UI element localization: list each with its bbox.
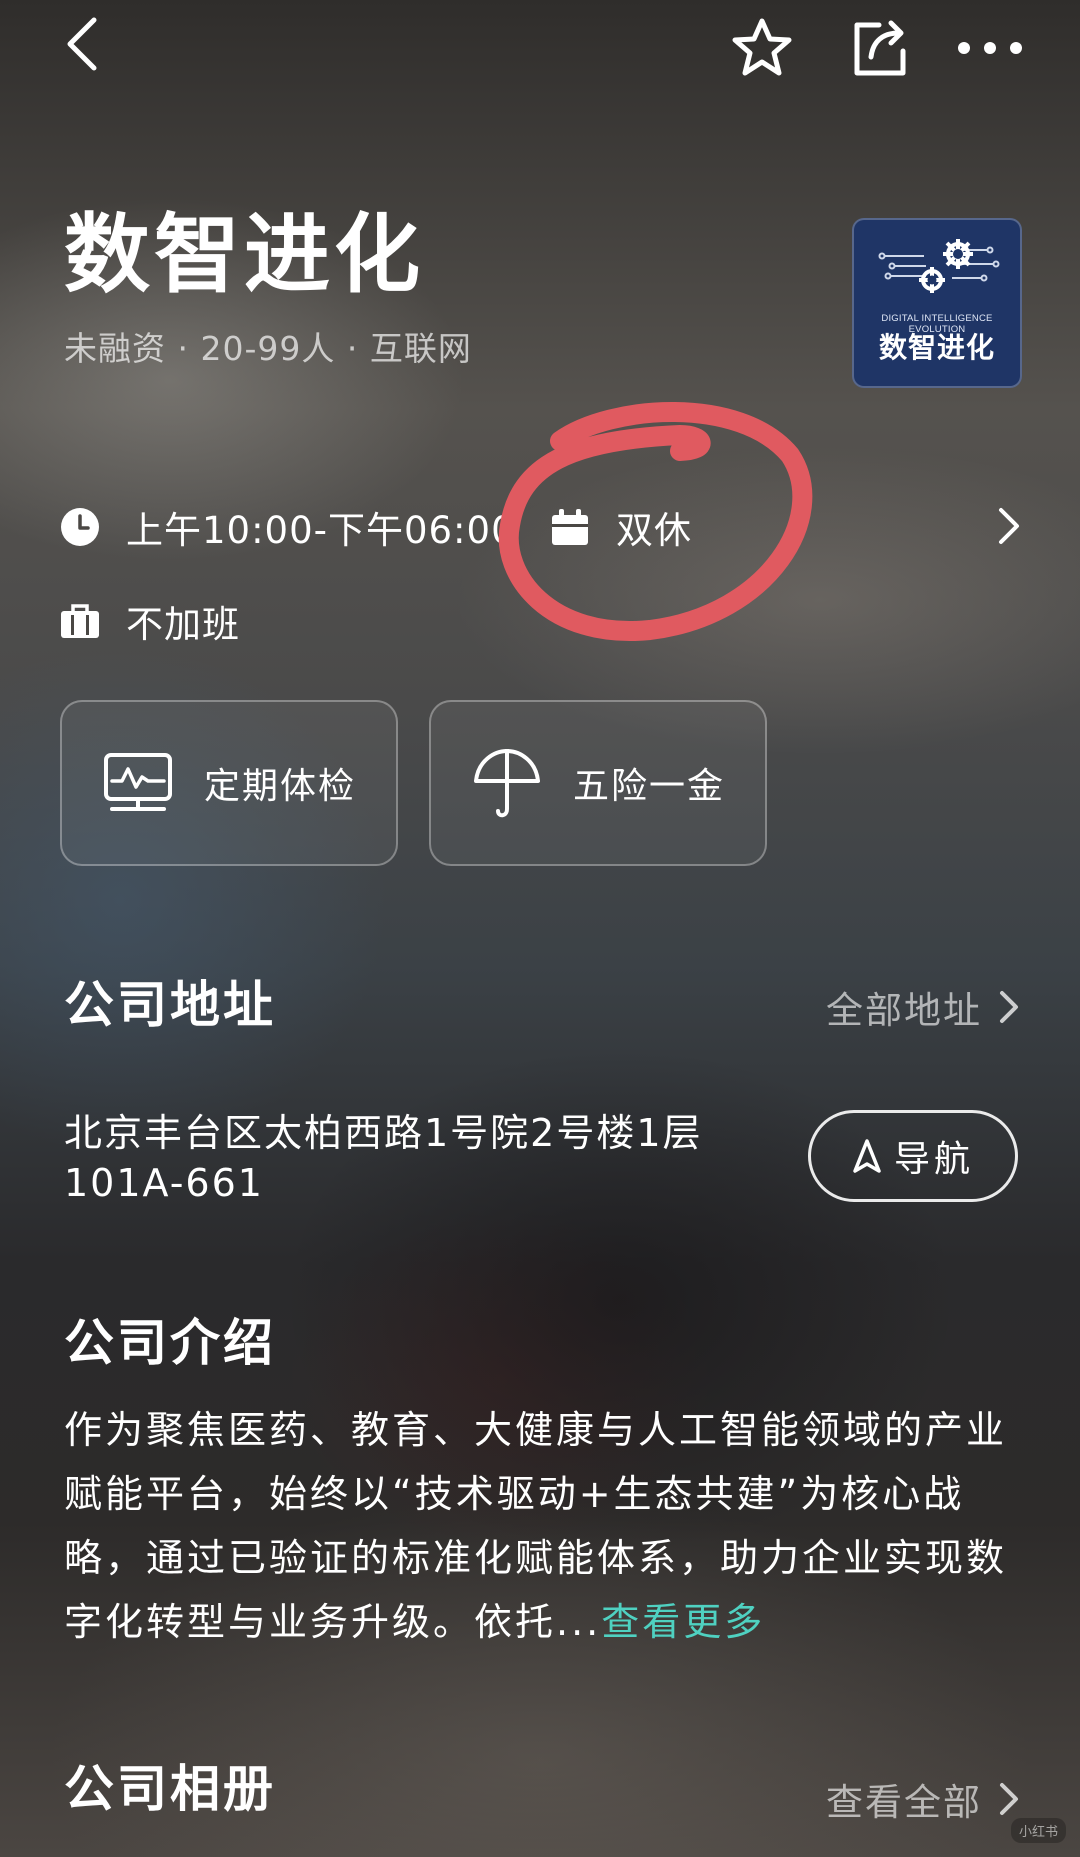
- favorite-button[interactable]: [728, 14, 796, 82]
- all-addresses-label: 全部地址: [826, 989, 982, 1032]
- benefit-label: 五险一金: [573, 766, 726, 807]
- more-dots-icon: [958, 42, 1022, 54]
- star-icon: [732, 18, 792, 76]
- benefit-card-insurance[interactable]: 五险一金: [429, 700, 767, 866]
- navigate-label: 导航: [893, 1139, 974, 1180]
- view-more-link[interactable]: 查看更多: [601, 1600, 765, 1644]
- calendar-icon: [552, 509, 588, 545]
- watermark: 小红书: [1010, 1818, 1066, 1843]
- album-section-title: 公司相册: [64, 1760, 276, 1818]
- logo-name: 数智进化: [878, 331, 995, 364]
- share-button[interactable]: [846, 14, 914, 82]
- benefit-card-checkup[interactable]: 定期体检: [60, 700, 398, 866]
- share-icon: [854, 20, 906, 76]
- company-address: 北京丰台区太柏西路1号院2号楼1层101A-661: [64, 1111, 703, 1205]
- company-intro: 作为聚焦医药、教育、大健康与人工智能领域的产业赋能平台，始终以“技术驱动+生态共…: [64, 1398, 1016, 1654]
- chevron-right-icon: [999, 508, 1019, 544]
- work-info-detail-button[interactable]: [996, 506, 1022, 550]
- company-name: 数智进化: [64, 205, 424, 305]
- chevron-left-icon: [67, 17, 97, 71]
- all-addresses-link[interactable]: 全部地址: [826, 980, 1020, 1034]
- navigate-button[interactable]: 导航: [808, 1110, 1018, 1202]
- overtime-policy: 不加班: [60, 594, 240, 648]
- chevron-right-icon: [1000, 991, 1018, 1023]
- health-monitor-icon: [102, 747, 174, 819]
- address-section-title: 公司地址: [64, 976, 276, 1034]
- rest-schedule: 双休: [550, 500, 692, 554]
- benefit-label: 定期体检: [204, 766, 357, 807]
- intro-section-title: 公司介绍: [64, 1314, 276, 1372]
- navigation-arrow-icon: [852, 1138, 882, 1174]
- work-hours-text: 上午10:00-下午06:00: [126, 509, 516, 552]
- view-all-album-link[interactable]: 查看全部: [826, 1772, 1020, 1826]
- back-button[interactable]: [52, 14, 112, 74]
- chevron-right-icon: [1000, 1783, 1018, 1815]
- overtime-text: 不加班: [126, 603, 240, 646]
- rest-schedule-text: 双休: [616, 509, 692, 552]
- company-meta: 未融资 · 20-99人 · 互联网: [64, 329, 472, 368]
- intro-text: 作为聚焦医药、教育、大健康与人工智能领域的产业赋能平台，始终以“技术驱动+生态共…: [64, 1408, 1008, 1644]
- briefcase-icon: [61, 604, 99, 638]
- work-hours: 上午10:00-下午06:00: [60, 500, 516, 554]
- view-all-label: 查看全部: [826, 1781, 982, 1824]
- clock-icon: [61, 508, 99, 546]
- more-button[interactable]: [950, 20, 1030, 76]
- umbrella-icon: [471, 747, 543, 819]
- gears-circuit-icon: [878, 239, 1000, 293]
- company-logo: DIGITAL INTELLIGENCE EVOLUTION 数智进化: [852, 218, 1022, 388]
